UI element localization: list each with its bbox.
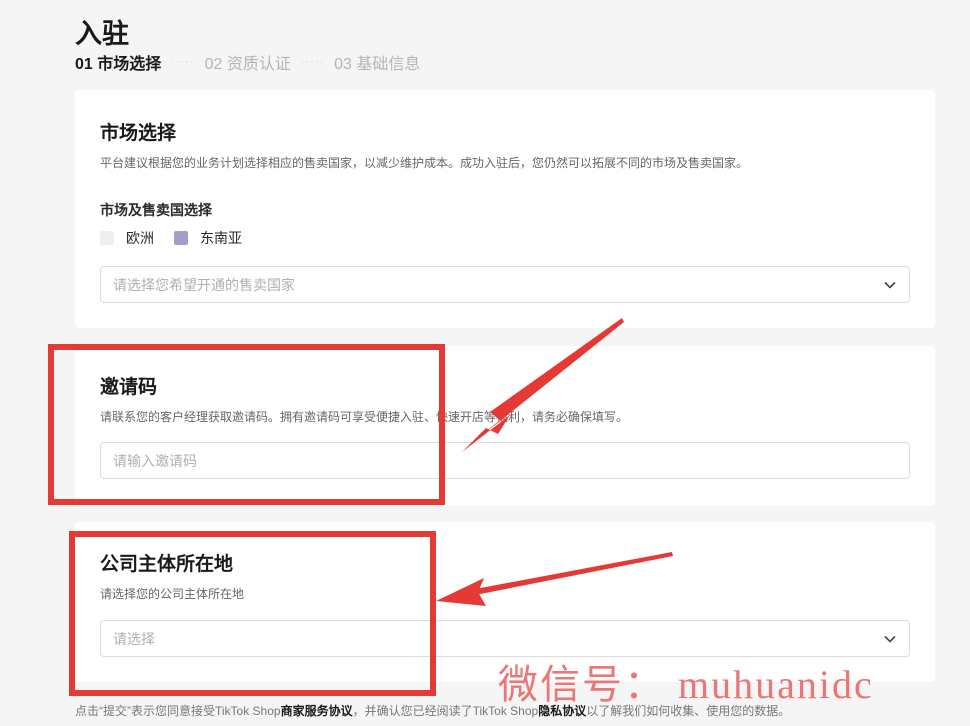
region-europe-label: 欧洲 <box>126 230 154 246</box>
merchant-service-agreement-link[interactable]: 商家服务协议 <box>281 704 353 718</box>
region-europe-option[interactable]: 欧洲 <box>100 228 154 248</box>
company-location-placeholder: 请选择 <box>113 630 155 647</box>
step-indicator: 01 市场选择 ····· 02 资质认证 ····· 03 基础信息 <box>75 50 420 74</box>
invite-code-input[interactable] <box>113 452 897 469</box>
step-qualification[interactable]: 02 资质认证 <box>205 50 291 74</box>
watermark-text: 微信号： muhuanidc <box>498 662 874 707</box>
chevron-down-icon <box>883 278 897 292</box>
country-select[interactable]: 请选择您希望开通的售卖国家 <box>100 266 910 303</box>
step-separator: ····· <box>171 56 195 68</box>
market-field-label: 市场及售卖国选择 <box>100 202 212 218</box>
step-basic-info[interactable]: 03 基础信息 <box>334 50 420 74</box>
region-checkbox-group: 欧洲 东南亚 <box>100 228 262 248</box>
agreement-prefix: 点击“提交”表示您同意接受TikTok Shop <box>75 704 281 718</box>
market-section-description: 平台建议根据您的业务计划选择相应的售卖国家，以减少维护成本。成功入驻后，您仍然可… <box>100 156 749 170</box>
country-select-placeholder: 请选择您希望开通的售卖国家 <box>113 276 295 293</box>
region-southeast-asia-option[interactable]: 东南亚 <box>174 228 242 248</box>
market-selection-card: 市场选择 平台建议根据您的业务计划选择相应的售卖国家，以减少维护成本。成功入驻后… <box>75 90 935 328</box>
step-separator: ····· <box>300 56 325 68</box>
market-section-title: 市场选择 <box>100 123 177 144</box>
invite-section-title: 邀请码 <box>100 377 158 398</box>
region-europe-checkbox[interactable] <box>100 231 114 245</box>
invite-code-field[interactable] <box>100 442 910 479</box>
region-southeast-asia-checkbox[interactable] <box>174 231 188 245</box>
company-section-description: 请选择您的公司主体所在地 <box>100 587 245 601</box>
invite-code-card: 邀请码 请联系您的客户经理获取邀请码。拥有邀请码可享受便捷入驻、快速开店等福利，… <box>75 346 935 506</box>
page-title: 入驻 <box>75 19 129 49</box>
company-section-title: 公司主体所在地 <box>100 554 234 575</box>
invite-section-description: 请联系您的客户经理获取邀请码。拥有邀请码可享受便捷入驻、快速开店等福利，请务必确… <box>100 410 629 424</box>
step-market-selection[interactable]: 01 市场选择 <box>75 50 161 74</box>
region-southeast-asia-label: 东南亚 <box>200 230 242 246</box>
chevron-down-icon <box>883 632 897 646</box>
